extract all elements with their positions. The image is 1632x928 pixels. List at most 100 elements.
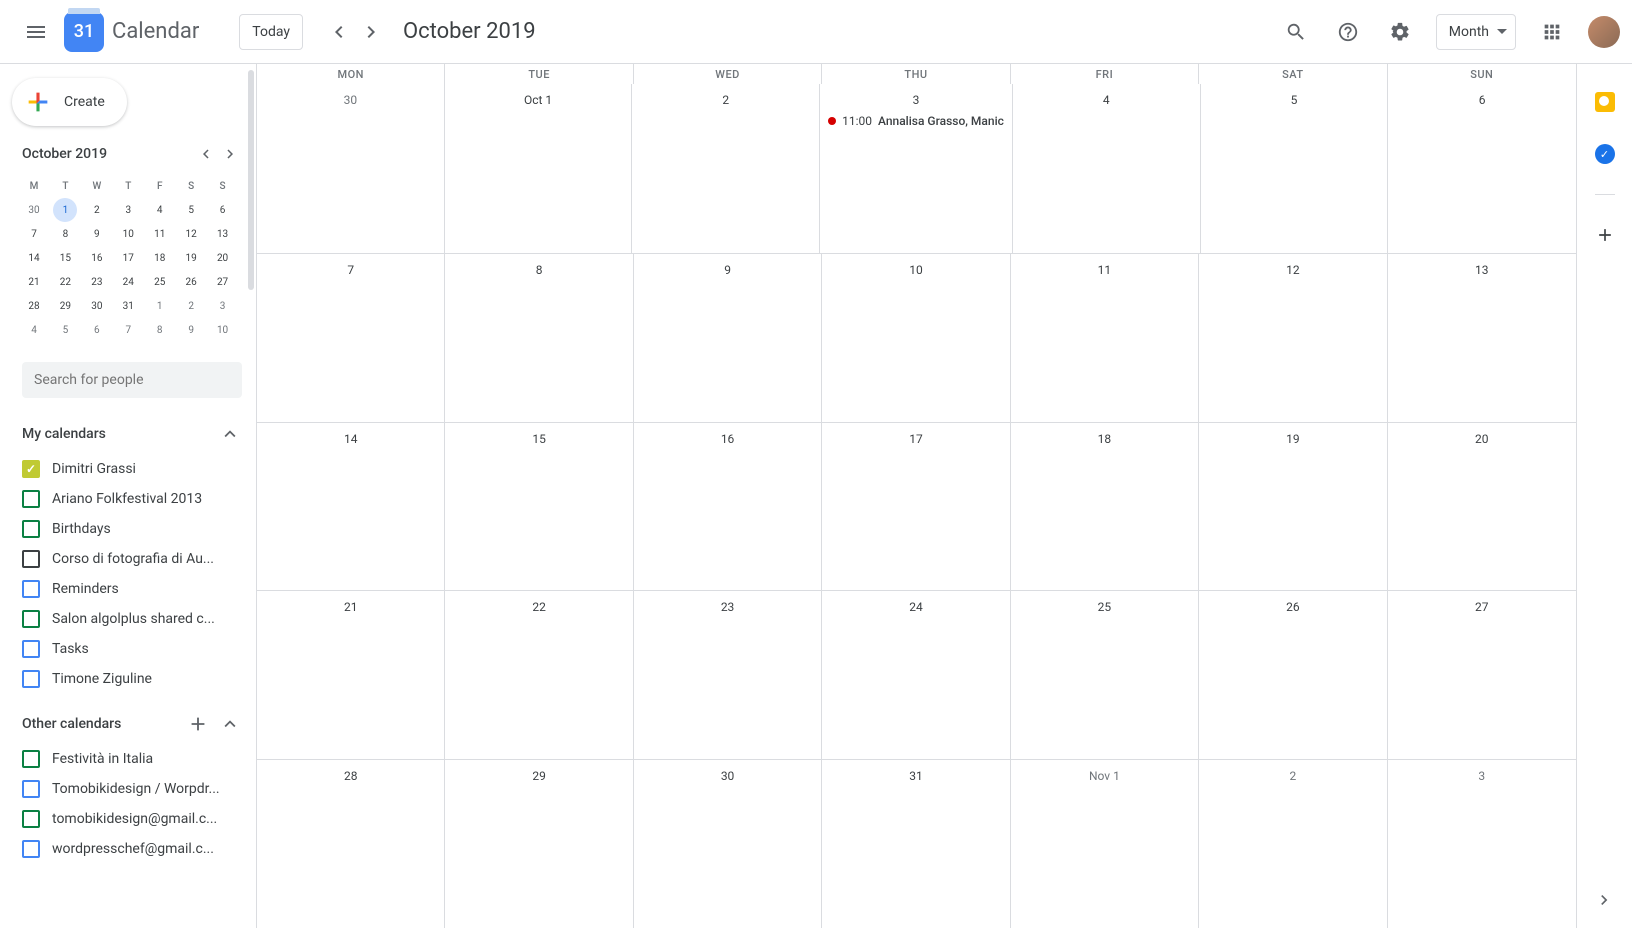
my-calendars-header[interactable]: My calendars	[22, 414, 246, 454]
day-cell[interactable]: 30	[634, 760, 822, 928]
day-cell[interactable]: 7	[257, 254, 445, 422]
calendar-checkbox[interactable]	[22, 520, 40, 538]
my-calendar-item[interactable]: Timone Ziguline	[22, 664, 246, 694]
day-cell[interactable]: 30	[257, 84, 445, 253]
mini-day[interactable]: 21	[22, 270, 46, 294]
mini-day[interactable]: 7	[22, 222, 46, 246]
day-cell[interactable]: 22	[445, 591, 633, 759]
mini-day[interactable]: 28	[22, 294, 46, 318]
day-cell[interactable]: Nov 1	[1011, 760, 1199, 928]
mini-day[interactable]: 11	[148, 222, 172, 246]
calendar-checkbox[interactable]	[22, 840, 40, 858]
help-button[interactable]	[1324, 8, 1372, 56]
day-cell[interactable]: 9	[634, 254, 822, 422]
mini-day[interactable]: 13	[211, 222, 235, 246]
main-menu-button[interactable]	[12, 8, 60, 56]
day-cell[interactable]: 14	[257, 423, 445, 591]
day-cell[interactable]: 11	[1011, 254, 1199, 422]
mini-day[interactable]: 10	[116, 222, 140, 246]
other-calendars-header[interactable]: Other calendars	[22, 704, 246, 744]
my-calendar-item[interactable]: Corso di fotografia di Au...	[22, 544, 246, 574]
mini-prev-button[interactable]	[194, 142, 218, 166]
mini-day[interactable]: 9	[85, 222, 109, 246]
mini-day[interactable]: 31	[116, 294, 140, 318]
my-calendar-item[interactable]: Birthdays	[22, 514, 246, 544]
search-people-input[interactable]	[34, 372, 230, 388]
mini-day[interactable]: 6	[85, 318, 109, 342]
mini-day[interactable]: 6	[211, 198, 235, 222]
prev-month-button[interactable]	[323, 16, 355, 48]
mini-day[interactable]: 4	[148, 198, 172, 222]
mini-day[interactable]: 1	[53, 198, 77, 222]
mini-day[interactable]: 3	[116, 198, 140, 222]
mini-day[interactable]: 12	[179, 222, 203, 246]
day-cell[interactable]: 28	[257, 760, 445, 928]
add-other-calendar[interactable]	[182, 708, 214, 740]
mini-day[interactable]: 26	[179, 270, 203, 294]
mini-day[interactable]: 30	[85, 294, 109, 318]
calendar-checkbox[interactable]	[22, 810, 40, 828]
calendar-checkbox[interactable]	[22, 640, 40, 658]
mini-day[interactable]: 15	[53, 246, 77, 270]
tasks-app[interactable]	[1585, 134, 1625, 174]
logo[interactable]: 31 Calendar	[64, 12, 199, 52]
my-calendar-item[interactable]: Tasks	[22, 634, 246, 664]
mini-day[interactable]: 8	[148, 318, 172, 342]
sidebar-scrollbar[interactable]	[248, 70, 254, 290]
day-cell[interactable]: 2	[632, 84, 820, 253]
search-button[interactable]	[1272, 8, 1320, 56]
day-cell[interactable]: 24	[822, 591, 1010, 759]
day-cell[interactable]: 27	[1388, 591, 1576, 759]
day-cell[interactable]: 19	[1199, 423, 1387, 591]
day-cell[interactable]: 26	[1199, 591, 1387, 759]
mini-day[interactable]: 5	[179, 198, 203, 222]
keep-app[interactable]	[1585, 82, 1625, 122]
calendar-checkbox[interactable]	[22, 750, 40, 768]
day-cell[interactable]: 13	[1388, 254, 1576, 422]
day-cell[interactable]: 3	[1388, 760, 1576, 928]
day-cell[interactable]: 23	[634, 591, 822, 759]
mini-day[interactable]: 2	[85, 198, 109, 222]
other-calendars-collapse[interactable]	[214, 708, 246, 740]
other-calendar-item[interactable]: Tomobikidesign / Worpdr...	[22, 774, 246, 804]
my-calendars-collapse[interactable]	[214, 418, 246, 450]
other-calendar-item[interactable]: Festività in Italia	[22, 744, 246, 774]
day-cell[interactable]: 6	[1388, 84, 1576, 253]
mini-day[interactable]: 24	[116, 270, 140, 294]
calendar-checkbox[interactable]	[22, 460, 40, 478]
mini-day[interactable]: 1	[148, 294, 172, 318]
mini-day[interactable]: 27	[211, 270, 235, 294]
mini-day[interactable]: 25	[148, 270, 172, 294]
day-cell[interactable]: Oct 1	[445, 84, 633, 253]
mini-day[interactable]: 29	[53, 294, 77, 318]
mini-day[interactable]: 30	[22, 198, 46, 222]
next-month-button[interactable]	[355, 16, 387, 48]
mini-day[interactable]: 23	[85, 270, 109, 294]
calendar-checkbox[interactable]	[22, 580, 40, 598]
my-calendar-item[interactable]: Reminders	[22, 574, 246, 604]
search-people[interactable]	[22, 362, 242, 398]
calendar-checkbox[interactable]	[22, 550, 40, 568]
create-button[interactable]: Create	[12, 78, 127, 126]
mini-day[interactable]: 19	[179, 246, 203, 270]
mini-day[interactable]: 3	[211, 294, 235, 318]
day-cell[interactable]: 21	[257, 591, 445, 759]
mini-day[interactable]: 7	[116, 318, 140, 342]
account-avatar[interactable]	[1588, 16, 1620, 48]
toggle-side-panel[interactable]	[1590, 886, 1618, 914]
calendar-checkbox[interactable]	[22, 780, 40, 798]
day-cell[interactable]: 15	[445, 423, 633, 591]
day-cell[interactable]: 25	[1011, 591, 1199, 759]
day-cell[interactable]: 10	[822, 254, 1010, 422]
mini-day[interactable]: 2	[179, 294, 203, 318]
mini-day[interactable]: 16	[85, 246, 109, 270]
day-cell[interactable]: 18	[1011, 423, 1199, 591]
mini-day[interactable]: 14	[22, 246, 46, 270]
mini-day[interactable]: 18	[148, 246, 172, 270]
my-calendar-item[interactable]: Dimitri Grassi	[22, 454, 246, 484]
calendar-checkbox[interactable]	[22, 610, 40, 628]
day-cell[interactable]: 16	[634, 423, 822, 591]
day-cell[interactable]: 2	[1199, 760, 1387, 928]
day-cell[interactable]: 12	[1199, 254, 1387, 422]
add-addon-button[interactable]	[1585, 215, 1625, 255]
